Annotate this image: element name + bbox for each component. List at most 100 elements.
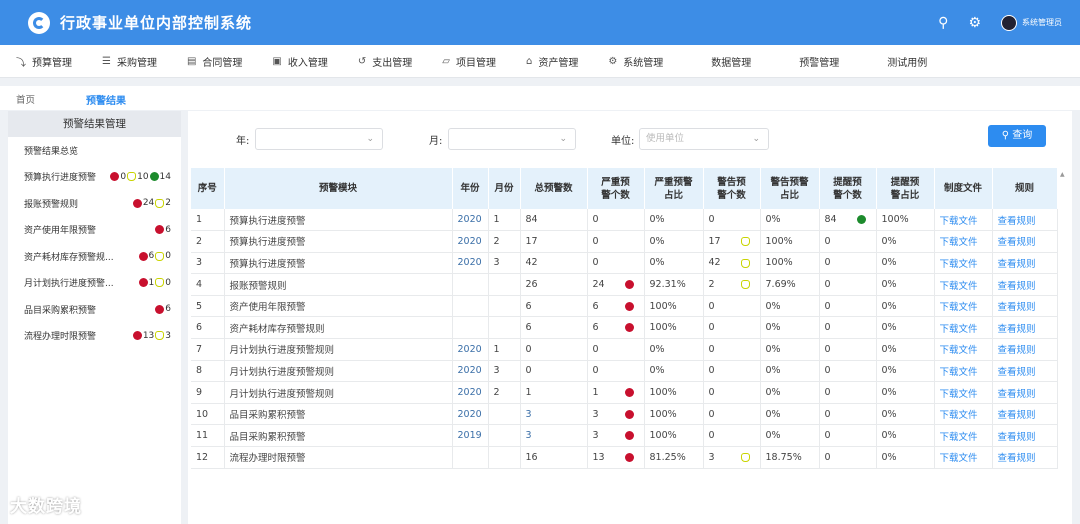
yellow-warning-icon (740, 453, 750, 463)
view-rule-link[interactable]: 查看规则 (998, 389, 1036, 400)
table-cell: 100% (644, 316, 704, 340)
table-cell (488, 424, 521, 448)
user-menu[interactable]: 系统管理员 (1001, 14, 1062, 31)
breadcrumb-current-tab[interactable]: 预警结果 (86, 92, 126, 107)
download-file-link[interactable]: 下载文件 (940, 410, 978, 421)
download-file-link[interactable]: 下载文件 (940, 432, 978, 443)
table-row: 4 报账预警规则 26 24 92.31% 2 7.69% 0 0% 下载文件 查看规则 (191, 273, 1058, 296)
download-file-link[interactable]: 下载文件 (940, 281, 978, 292)
query-button[interactable]: ⚲ 查询 (988, 125, 1046, 147)
cell-sev: 6 (592, 322, 599, 334)
download-file-link[interactable]: 下载文件 (940, 216, 978, 227)
red-warning-icon (624, 453, 634, 463)
table-cell: 0 (703, 338, 761, 361)
chevron-down-icon: ⌄ (559, 134, 567, 144)
people-search-icon[interactable]: ⚲ (938, 15, 948, 31)
nav-item-2[interactable]: ▤ 合同管理 (187, 54, 242, 69)
nav-item-7[interactable]: ⚙ 系统管理 (608, 54, 663, 69)
watermark-logo: 大数跨境 (10, 497, 82, 517)
download-file-link[interactable]: 下载文件 (940, 453, 978, 464)
sidebar-item[interactable]: 预警结果总览 (8, 137, 181, 164)
table-cell: 8 (191, 360, 225, 383)
table-cell: 2020 (452, 338, 489, 361)
table-header-row: 序号 预警模块 年份 月份 总预警数 严重预警个数 严重预警占比 警告预警个数 警告预警占比 提醒… (191, 168, 1058, 209)
download-file-link[interactable]: 下载文件 (940, 302, 978, 313)
table-cell: 0 (520, 338, 588, 361)
table-cell: 0% (760, 403, 820, 426)
chevron-down-icon: ⌄ (752, 134, 760, 144)
view-rule-link[interactable]: 查看规则 (998, 410, 1036, 421)
search-icon: ⚲ (1001, 130, 1010, 141)
green-warning-icon (149, 172, 159, 182)
nav-item-8[interactable]: 数据管理 (711, 54, 751, 69)
gear-icon: ⚙ (608, 55, 618, 67)
download-file-link[interactable]: 下载文件 (940, 324, 978, 335)
scroll-up-icon[interactable]: ▲ (1060, 171, 1065, 178)
sidebar-item[interactable]: 资产使用年限预警 6 (8, 217, 181, 244)
table-cell: 0% (760, 360, 820, 383)
table-row: 7 月计划执行进度预警规则 2020 1 0 0 0% 0 0% 0 0% 下载文件 查看规则 (191, 338, 1058, 361)
sidebar-item[interactable]: 月计划执行进度预警... 1 0 (8, 270, 181, 297)
unit-select[interactable]: 使用单位 ⌄ (639, 128, 769, 150)
sidebar-item[interactable]: 报账预警规则 24 2 (8, 190, 181, 217)
view-rule-link[interactable]: 查看规则 (998, 453, 1036, 464)
table-cell: 100% (644, 403, 704, 426)
warning-count: 6 (165, 224, 171, 235)
download-file-link[interactable]: 下载文件 (940, 367, 978, 378)
column-header: 总预警数 (520, 168, 588, 209)
nav-item-1[interactable]: ☰ 采购管理 (102, 54, 157, 69)
nav-item-4[interactable]: ↺ 支出管理 (358, 54, 412, 69)
view-rule-link[interactable]: 查看规则 (998, 281, 1036, 292)
yellow-warning-icon (155, 331, 165, 341)
year-select[interactable]: ⌄ (255, 128, 383, 150)
nav-item-5[interactable]: ▱ 项目管理 (442, 54, 496, 69)
view-rule-link[interactable]: 查看规则 (998, 302, 1036, 313)
column-header: 年份 (452, 168, 489, 209)
document-icon: ☰ (102, 55, 111, 67)
table-cell: 0 (819, 273, 877, 296)
breadcrumb-home[interactable]: 首页 (16, 92, 35, 106)
month-select[interactable]: ⌄ (448, 128, 576, 150)
table-cell: 3 (520, 424, 588, 448)
view-rule-link[interactable]: 查看规则 (998, 432, 1036, 443)
view-rule-link[interactable]: 查看规则 (998, 216, 1036, 227)
nav-item-label: 数据管理 (711, 57, 752, 69)
view-rule-link[interactable]: 查看规则 (998, 259, 1036, 270)
table-cell: 查看规则 (992, 381, 1058, 404)
cell-warn: 0 (708, 214, 715, 226)
table-cell: 84 (819, 209, 877, 232)
download-file-link[interactable]: 下载文件 (940, 237, 978, 248)
download-file-link[interactable]: 下载文件 (940, 345, 978, 356)
cell-warn-pct: 0% (765, 365, 781, 377)
cell-warn-pct: 100% (765, 257, 793, 269)
table-cell: 下载文件 (934, 252, 993, 275)
table-cell (452, 316, 489, 340)
nav-item-6[interactable]: ⌂ 资产管理 (526, 54, 578, 69)
nav-item-9[interactable]: 预警管理 (799, 54, 839, 69)
nav-item-3[interactable]: ▣ 收入管理 (272, 54, 327, 69)
nav-item-10[interactable]: 测试用例 (887, 54, 927, 69)
table-row: 2 预算执行进度预警 2020 2 17 0 0% 17 100% 0 0% 下载文件 查看规则 (191, 230, 1058, 253)
view-rule-link[interactable]: 查看规则 (998, 345, 1036, 356)
cell-year: 2019 (457, 430, 482, 442)
cell-year: 2020 (457, 343, 482, 355)
nav-item-0[interactable]: ⤵ 预算管理 (16, 54, 72, 69)
gear-icon[interactable]: ⚙ (968, 15, 981, 31)
view-rule-link[interactable]: 查看规则 (998, 324, 1036, 335)
sidebar-item[interactable]: 流程办理时限预警 13 3 (8, 323, 181, 350)
yellow-warning-icon (740, 258, 750, 268)
sidebar-item[interactable]: 预算执行进度预警 0 10 14 (8, 164, 181, 191)
sidebar-item[interactable]: 资产耗材库存预警规... 6 0 (8, 243, 181, 270)
red-warning-icon (155, 304, 165, 314)
cell-month: 2 (493, 235, 500, 247)
sidebar-item[interactable]: 品目采购累积预警 6 (8, 296, 181, 323)
cell-sev-pct: 100% (649, 408, 677, 420)
table-cell: 10 (191, 403, 225, 426)
table-cell: 1 (520, 381, 588, 404)
view-rule-link[interactable]: 查看规则 (998, 237, 1036, 248)
download-file-link[interactable]: 下载文件 (940, 259, 978, 270)
view-rule-link[interactable]: 查看规则 (998, 367, 1036, 378)
table-scrollbar[interactable]: ▲ (1060, 168, 1068, 514)
download-file-link[interactable]: 下载文件 (940, 389, 978, 400)
column-header: 严重预警占比 (644, 168, 704, 209)
